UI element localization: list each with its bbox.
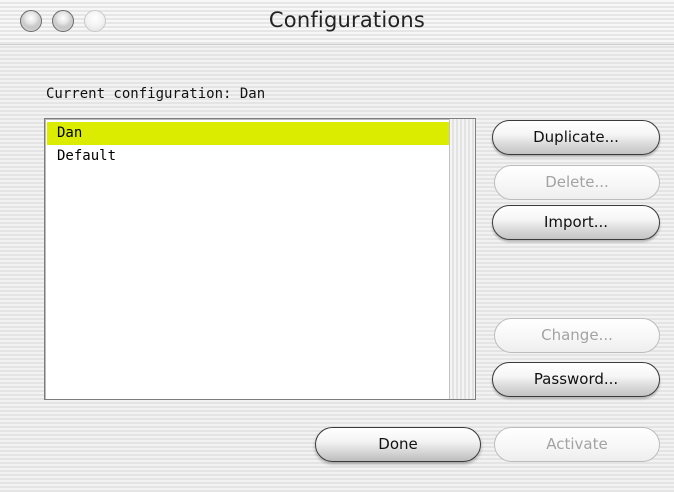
- delete-button: Delete...: [494, 165, 660, 200]
- duplicate-button[interactable]: Duplicate...: [492, 120, 660, 155]
- activate-button: Activate: [494, 427, 660, 462]
- window-title: Configurations: [268, 8, 426, 32]
- list-item-default[interactable]: Default: [47, 145, 451, 168]
- password-button[interactable]: Password...: [492, 362, 660, 397]
- list-scrollbar[interactable]: [449, 119, 475, 399]
- title-bar[interactable]: Configurations: [0, 0, 674, 45]
- configurations-list[interactable]: Dan Default: [44, 118, 476, 400]
- done-button[interactable]: Done: [315, 427, 481, 462]
- change-button: Change...: [494, 318, 660, 353]
- configurations-list-items: Dan Default: [47, 122, 451, 168]
- configurations-window: Configurations Current configuration: Da…: [0, 0, 674, 492]
- current-configuration-label: Current configuration: Dan: [46, 86, 266, 102]
- import-button[interactable]: Import...: [492, 205, 660, 240]
- list-item-dan[interactable]: Dan: [47, 122, 451, 145]
